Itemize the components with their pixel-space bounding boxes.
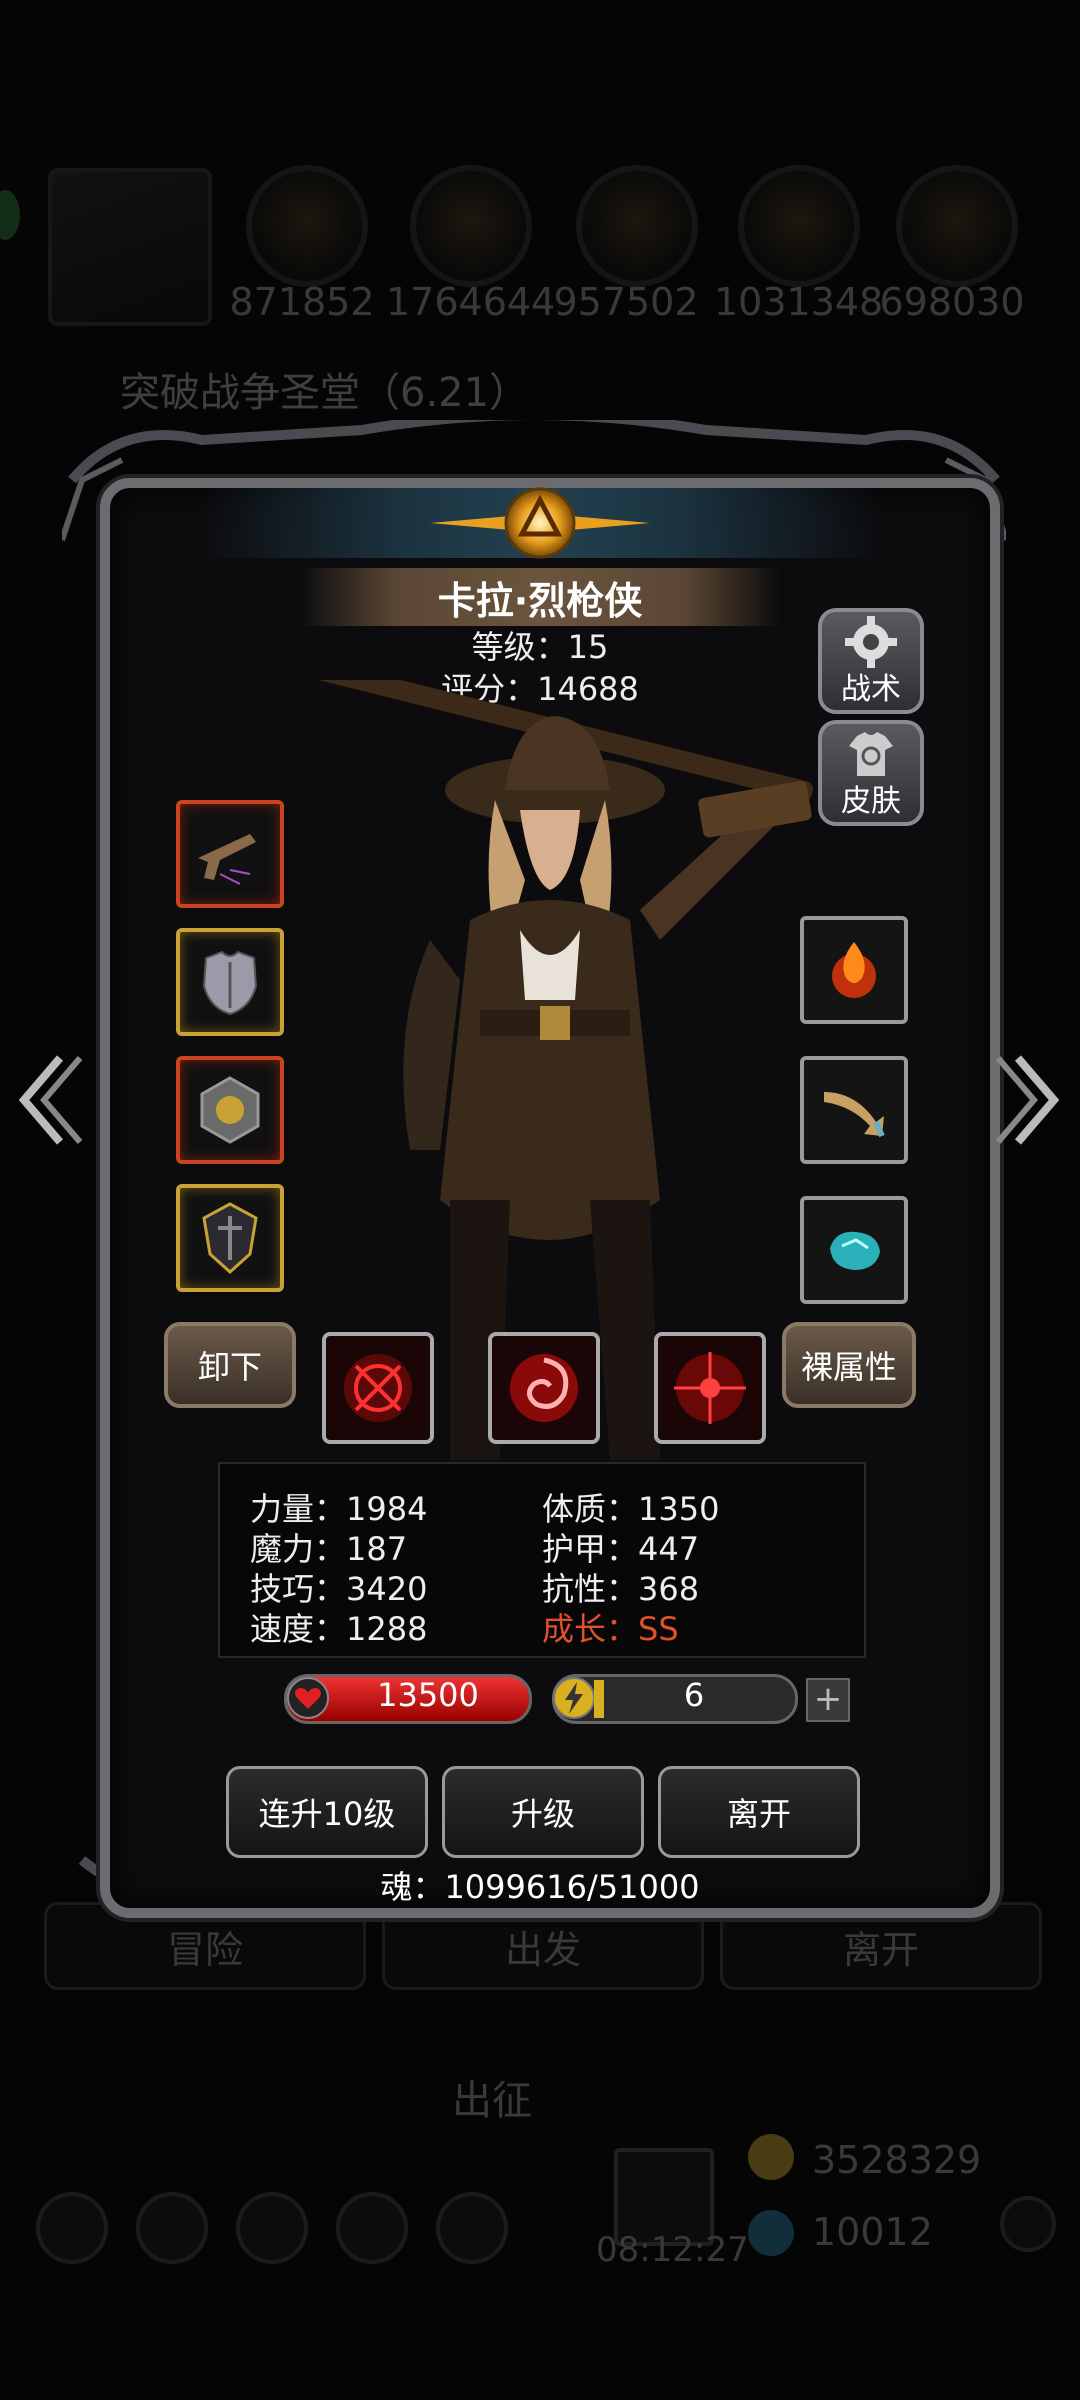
- player-avatar[interactable]: [48, 168, 212, 326]
- team-hero-4[interactable]: [738, 165, 860, 287]
- gem-icon: [830, 1231, 880, 1270]
- ring-slot[interactable]: [176, 1056, 284, 1164]
- menu-icon-5[interactable]: [436, 2192, 508, 2264]
- gear-icon: [845, 616, 897, 668]
- stat-speed: 速度：1288: [250, 1610, 428, 1648]
- add-energy-button[interactable]: +: [806, 1678, 850, 1722]
- gold-amount: 3528329: [812, 2138, 982, 2182]
- shield-icon: [202, 1202, 258, 1275]
- vortex-icon: [510, 1354, 578, 1422]
- shirt-icon: [849, 732, 893, 776]
- gem-currency-icon: [748, 2210, 794, 2256]
- hero-score-4: 1031348: [714, 280, 884, 324]
- skin-button[interactable]: 皮肤: [818, 720, 924, 826]
- team-hero-2[interactable]: [410, 165, 532, 287]
- skill-slot-3[interactable]: [654, 1332, 766, 1444]
- expedition-label[interactable]: 出征: [452, 2068, 532, 2126]
- tactics-label: 战术: [841, 672, 901, 707]
- menu-icon-3[interactable]: [236, 2192, 308, 2264]
- team-hero-3[interactable]: [576, 165, 698, 287]
- prev-hero-arrow-icon[interactable]: [14, 1050, 84, 1150]
- event-title: 突破战争圣堂（6.21）: [120, 370, 530, 416]
- menu-icon-2[interactable]: [136, 2192, 208, 2264]
- tactics-button[interactable]: 战术: [818, 608, 924, 714]
- lightning-icon: [553, 1677, 595, 1719]
- level-up-10-button[interactable]: 连升10级: [226, 1766, 428, 1858]
- hero-level: 等级：15: [471, 628, 609, 666]
- souls-counter: 魂：1099616/51000: [380, 1868, 700, 1906]
- status-indicator: [0, 190, 20, 240]
- energy-value: 6: [683, 1676, 705, 1714]
- shield-slot[interactable]: [176, 1184, 284, 1292]
- fire-orb-icon: [832, 942, 876, 998]
- orb-slot[interactable]: [800, 916, 908, 1024]
- unequip-button[interactable]: 卸下: [164, 1322, 296, 1408]
- ring-icon: [200, 1076, 260, 1144]
- team-hero-1[interactable]: [246, 165, 368, 287]
- hero-score-1: 871852: [229, 280, 375, 324]
- pistol-icon: [198, 834, 256, 885]
- hero-name: 卡拉·烈枪侠: [437, 579, 643, 623]
- stat-growth: 成长：SS: [542, 1610, 679, 1648]
- gem-slot[interactable]: [800, 1196, 908, 1304]
- skill-slot-2[interactable]: [488, 1332, 600, 1444]
- leave-button[interactable]: 离开: [658, 1766, 860, 1858]
- level-up-button[interactable]: 升级: [442, 1766, 644, 1858]
- menu-icon-1[interactable]: [36, 2192, 108, 2264]
- timer: 08:12:27: [596, 2230, 749, 2270]
- hero-score-3: 957502: [553, 280, 699, 324]
- hero-score-5: 698030: [879, 280, 1025, 324]
- gem-amount: 10012: [812, 2210, 933, 2254]
- horn-slot[interactable]: [800, 1056, 908, 1164]
- armor-slot[interactable]: [176, 928, 284, 1036]
- menu-icon-4[interactable]: [336, 2192, 408, 2264]
- weapon-slot[interactable]: [176, 800, 284, 908]
- team-hero-5[interactable]: [896, 165, 1018, 287]
- skin-label: 皮肤: [841, 784, 901, 819]
- next-hero-arrow-icon[interactable]: [994, 1050, 1064, 1150]
- hp-value: 13500: [377, 1676, 479, 1714]
- target-icon: [674, 1352, 746, 1424]
- hero-score-2: 1764644: [386, 280, 556, 324]
- horn-icon: [824, 1092, 885, 1138]
- crosshair-icon: [344, 1354, 412, 1422]
- menu-icon-6[interactable]: [1000, 2196, 1056, 2252]
- armor-icon: [202, 950, 258, 1016]
- emblem-icon: [430, 487, 650, 559]
- skill-slot-1[interactable]: [322, 1332, 434, 1444]
- heart-icon: [287, 1677, 329, 1719]
- base-attributes-button[interactable]: 裸属性: [782, 1322, 916, 1408]
- gold-icon: [748, 2134, 794, 2180]
